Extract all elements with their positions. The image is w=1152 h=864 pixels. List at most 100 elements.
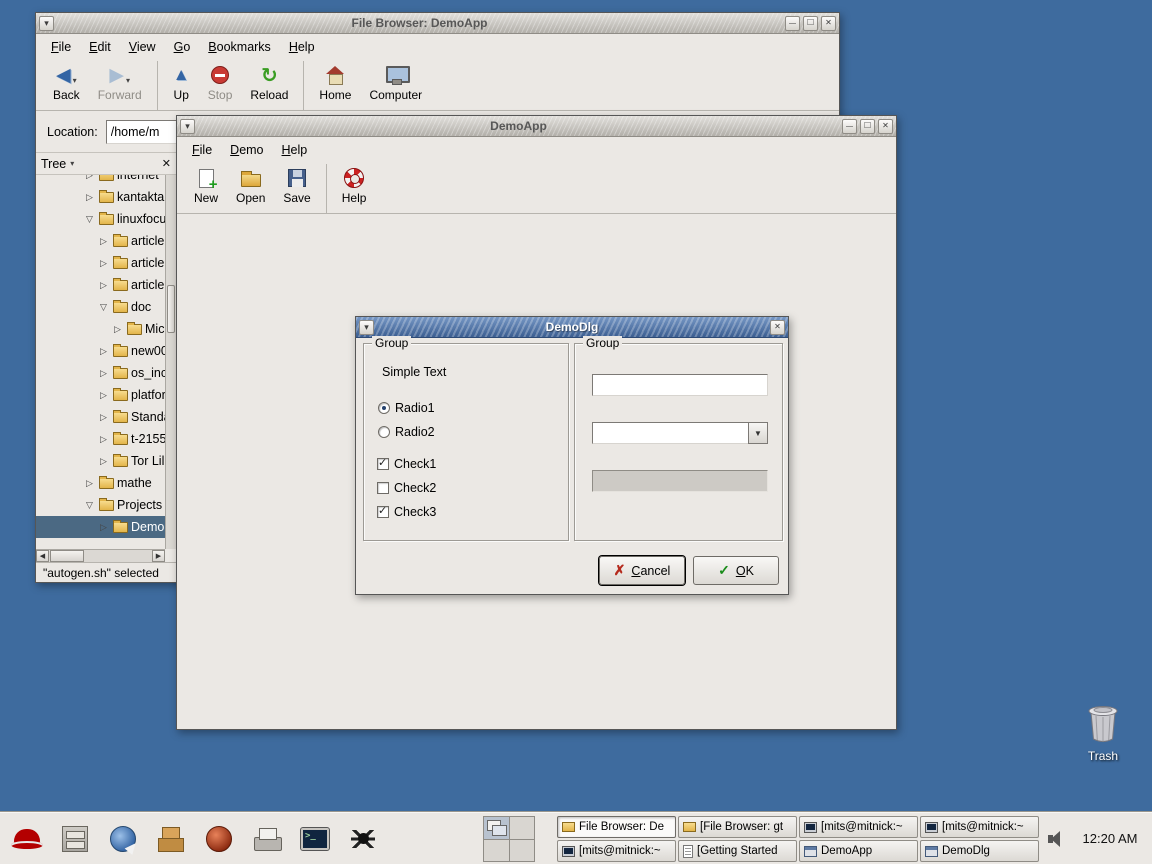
scrollbar-thumb[interactable]	[167, 285, 175, 333]
launcher-button[interactable]	[292, 816, 338, 861]
horizontal-scrollbar[interactable]: ◀ ▶	[36, 549, 165, 562]
ok-button[interactable]: OK	[693, 556, 779, 585]
task-button[interactable]: [mits@mitnick:~	[920, 816, 1039, 838]
vertical-scrollbar[interactable]	[165, 175, 176, 549]
window-menu-icon[interactable]	[180, 119, 195, 134]
toolbar-button[interactable]: ▾ Forward	[89, 61, 151, 110]
menu-item[interactable]: Demo	[221, 140, 272, 160]
launcher-button[interactable]	[52, 816, 98, 861]
tree-item[interactable]: Mic	[36, 318, 165, 340]
task-button[interactable]: [mits@mitnick:~	[557, 840, 676, 862]
combo-dropdown-icon[interactable]: ▼	[748, 422, 768, 444]
expander-icon[interactable]	[100, 456, 110, 467]
sidebar-header[interactable]: Tree ▾ ✕	[36, 153, 176, 175]
checkbox-icon[interactable]	[377, 506, 389, 518]
tree-item[interactable]: Projects	[36, 494, 165, 516]
menu-item[interactable]: Edit	[80, 37, 120, 57]
radio-option[interactable]: Radio2	[378, 420, 435, 444]
scroll-left-icon[interactable]: ◀	[36, 550, 49, 562]
expander-icon[interactable]	[100, 280, 110, 291]
toolbar-button[interactable]: ▾ Computer	[360, 61, 431, 110]
expander-icon[interactable]	[86, 500, 96, 511]
maximize-icon[interactable]	[803, 16, 818, 31]
toolbar-button[interactable]: Save	[274, 164, 319, 213]
expander-icon[interactable]	[100, 522, 110, 533]
menu-item[interactable]: Bookmarks	[199, 37, 280, 57]
expander-icon[interactable]	[100, 390, 110, 401]
task-button[interactable]: [File Browser: gt	[678, 816, 797, 838]
menu-item[interactable]: Go	[165, 37, 200, 57]
tree-item[interactable]: platfor	[36, 384, 165, 406]
task-button[interactable]: File Browser: De	[557, 816, 676, 838]
workspace-2[interactable]	[510, 817, 535, 839]
scrollbar-track[interactable]	[84, 550, 152, 562]
scroll-right-icon[interactable]: ▶	[152, 550, 165, 562]
toolbar-button[interactable]: New	[185, 164, 227, 213]
tree-item[interactable]: t-2155	[36, 428, 165, 450]
task-button[interactable]: DemoDlg	[920, 840, 1039, 862]
tree-item[interactable]: os_inc	[36, 362, 165, 384]
toolbar-button[interactable]: ▾ Reload	[241, 61, 297, 110]
close-icon[interactable]	[770, 320, 785, 335]
close-icon[interactable]	[821, 16, 836, 31]
menu-item[interactable]: File	[183, 140, 221, 160]
expander-icon[interactable]	[100, 258, 110, 269]
radio-icon[interactable]	[378, 426, 390, 438]
sidebar-close-icon[interactable]: ✕	[162, 157, 171, 170]
launcher-button[interactable]	[100, 816, 146, 861]
tree-item[interactable]: Tor Lil	[36, 450, 165, 472]
text-input[interactable]	[592, 374, 768, 396]
combo-input[interactable]	[592, 422, 748, 444]
menu-item[interactable]: View	[120, 37, 165, 57]
volume-icon[interactable]	[1048, 831, 1064, 847]
workspace-3[interactable]	[484, 840, 509, 862]
menu-item[interactable]: Help	[280, 37, 324, 57]
toolbar-button[interactable]: ▾ Up	[157, 61, 199, 110]
tree-item[interactable]: kantakta	[36, 186, 165, 208]
window-menu-icon[interactable]	[39, 16, 54, 31]
combo-box[interactable]: ▼	[592, 422, 768, 444]
tree-item[interactable]: mathe	[36, 472, 165, 494]
demoapp-titlebar[interactable]: DemoApp	[177, 116, 896, 137]
expander-icon[interactable]	[100, 302, 110, 313]
expander-icon[interactable]	[114, 324, 124, 335]
toolbar-button[interactable]: ▾ Stop	[199, 61, 242, 110]
cancel-button[interactable]: Cancel	[599, 556, 685, 585]
trash-desktop-icon[interactable]: Trash	[1078, 704, 1128, 763]
launcher-button[interactable]	[340, 816, 386, 861]
launcher-button[interactable]	[196, 816, 242, 861]
workspace-switcher[interactable]	[483, 816, 535, 862]
demodlg-titlebar[interactable]: DemoDlg	[356, 317, 788, 338]
menu-item[interactable]: File	[42, 37, 80, 57]
launcher-button[interactable]	[148, 816, 194, 861]
tree-item[interactable]: new00	[36, 340, 165, 362]
tree-item[interactable]: linuxfocu	[36, 208, 165, 230]
minimize-icon[interactable]	[842, 119, 857, 134]
launcher-button[interactable]	[244, 816, 290, 861]
tree-item[interactable]: internet	[36, 175, 165, 186]
close-icon[interactable]	[878, 119, 893, 134]
expander-icon[interactable]	[100, 368, 110, 379]
tree-item[interactable]: article	[36, 252, 165, 274]
workspace-4[interactable]	[510, 840, 535, 862]
tree-item[interactable]: Standa	[36, 406, 165, 428]
radio-icon[interactable]	[378, 402, 390, 414]
checkbox-icon[interactable]	[377, 482, 389, 494]
workspace-1[interactable]	[484, 817, 509, 839]
maximize-icon[interactable]	[860, 119, 875, 134]
toolbar-button[interactable]: Help	[326, 164, 376, 213]
radio-option[interactable]: Radio1	[378, 396, 435, 420]
tree-item[interactable]: doc	[36, 296, 165, 318]
toolbar-button[interactable]: ▾ Home	[303, 61, 360, 110]
tree-item[interactable]: article	[36, 230, 165, 252]
task-button[interactable]: [mits@mitnick:~	[799, 816, 918, 838]
expander-icon[interactable]	[86, 214, 96, 225]
expander-icon[interactable]	[100, 346, 110, 357]
scrollbar-thumb[interactable]	[50, 550, 84, 562]
expander-icon[interactable]	[100, 412, 110, 423]
checkbox-option[interactable]: Check2	[377, 476, 436, 500]
expander-icon[interactable]	[86, 175, 96, 181]
checkbox-option[interactable]: Check1	[377, 452, 436, 476]
checkbox-icon[interactable]	[377, 458, 389, 470]
tree-item[interactable]: article	[36, 274, 165, 296]
